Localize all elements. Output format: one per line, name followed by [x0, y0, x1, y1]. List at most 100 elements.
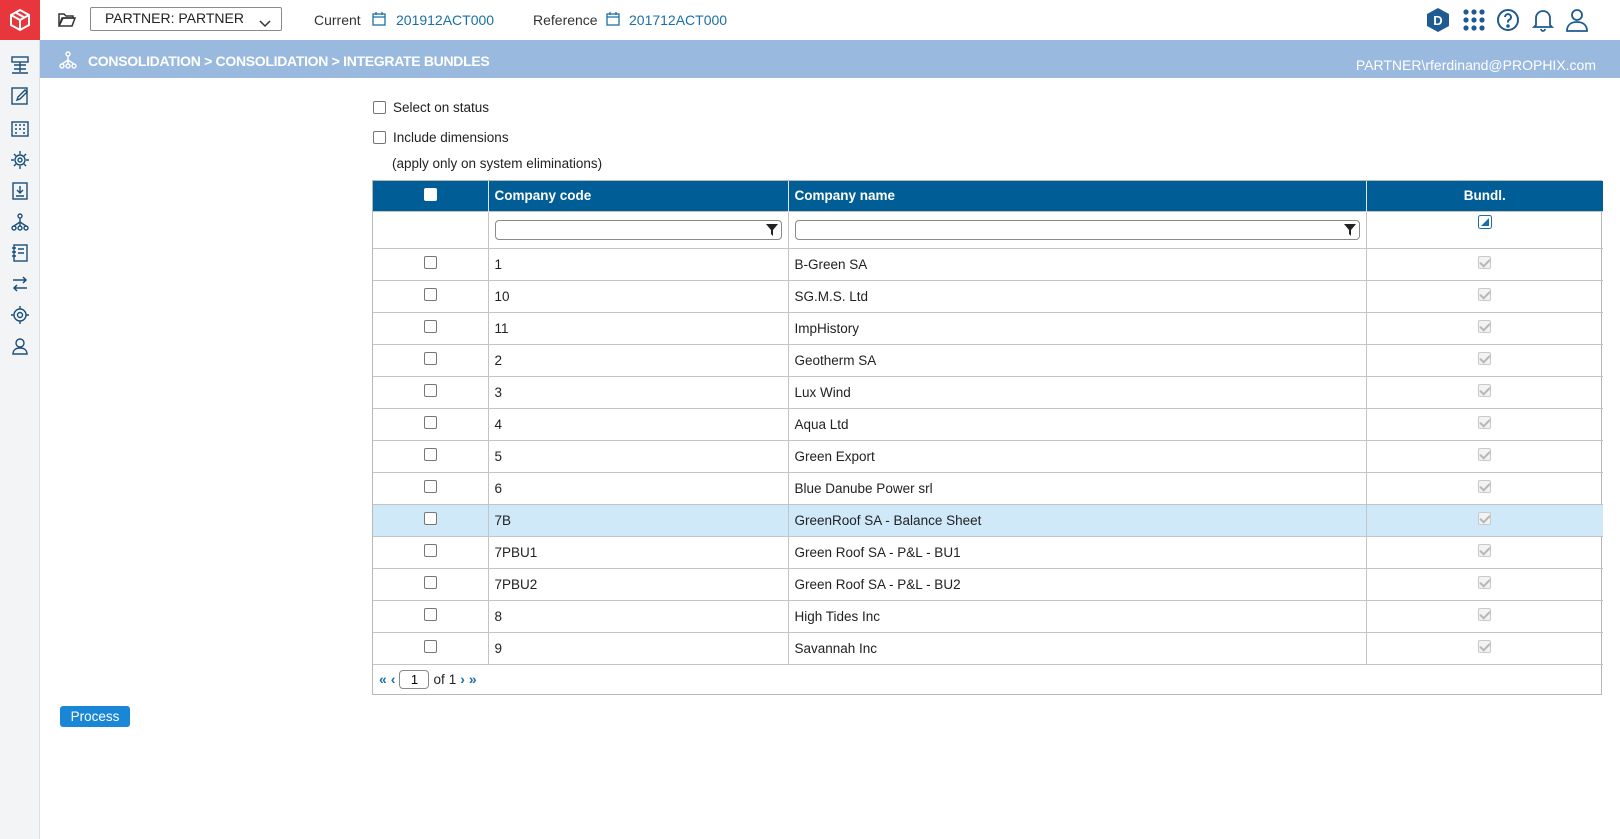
entity-select[interactable]: PARTNER: PARTNER	[90, 7, 282, 31]
filter-cell-bundle	[1366, 210, 1603, 248]
process-button[interactable]: Process	[60, 706, 130, 727]
row-select-checkbox[interactable]	[423, 416, 437, 429]
bundle-cell	[1366, 375, 1603, 408]
bundles-grid: Company code Company name Bundl. 1 B-Gre…	[372, 180, 1603, 695]
page-number-input[interactable]	[399, 669, 430, 689]
row-select-checkbox[interactable]	[423, 576, 437, 589]
settings-gears-icon[interactable]	[8, 303, 32, 327]
row-select-cell	[373, 503, 489, 536]
row-select-cell	[373, 247, 489, 280]
tri-state-filter-icon[interactable]	[1477, 215, 1492, 232]
row-select-checkbox[interactable]	[423, 320, 437, 333]
bundle-checked-disabled-checkbox	[1478, 512, 1492, 525]
company-code-filter-input[interactable]	[494, 219, 782, 240]
user-avatar-badge[interactable]: D	[1425, 7, 1451, 33]
table-row[interactable]: 10 SG.M.S. Ltd	[373, 279, 1603, 312]
apps-grid-icon[interactable]	[1461, 7, 1487, 33]
column-header-company-code[interactable]: Company code	[488, 181, 789, 211]
table-row[interactable]: 6 Blue Danube Power srl	[373, 471, 1603, 504]
hierarchy-grid-icon[interactable]	[8, 53, 32, 77]
company-name-cell: High Tides Inc	[788, 599, 1367, 632]
bundle-cell	[1366, 407, 1603, 440]
select-all-checkbox[interactable]	[423, 187, 437, 201]
filter-funnel-icon[interactable]	[1343, 223, 1356, 239]
row-select-checkbox[interactable]	[423, 448, 437, 461]
pager-row: « ‹ of 1 › »	[373, 663, 1603, 694]
table-row[interactable]: 7PBU2 Green Roof SA - P&L - BU2	[373, 567, 1603, 600]
avatar-letter: D	[1433, 12, 1443, 28]
company-code-cell: 10	[488, 279, 789, 312]
table-row[interactable]: 11 ImpHistory	[373, 311, 1603, 344]
prev-page-icon[interactable]: ‹	[391, 671, 396, 687]
table-row[interactable]: 7B GreenRoof SA - Balance Sheet	[373, 503, 1603, 536]
transfer-arrows-icon[interactable]	[8, 272, 32, 296]
row-select-checkbox[interactable]	[423, 608, 437, 621]
pager: « ‹ of 1 › »	[379, 669, 1597, 689]
include-dimensions-note: (apply only on system eliminations)	[392, 156, 603, 171]
bundle-checked-disabled-checkbox	[1478, 384, 1492, 397]
bundle-checked-disabled-checkbox	[1478, 448, 1492, 461]
company-code-cell: 1	[488, 247, 789, 280]
company-name-cell: Green Roof SA - P&L - BU2	[788, 567, 1367, 600]
sidebar	[0, 0, 40, 839]
grid-header-row: Company code Company name Bundl.	[373, 181, 1603, 211]
consolidation-tree-icon[interactable]	[8, 210, 32, 234]
top-bar: PARTNER: PARTNER Current 201912ACT000 Re…	[40, 0, 1620, 40]
select-on-status-checkbox[interactable]	[373, 101, 386, 114]
reference-view-link[interactable]: 201712ACT000	[629, 12, 727, 28]
folder-open-icon[interactable]	[57, 11, 77, 30]
row-select-checkbox[interactable]	[423, 256, 437, 269]
building-icon[interactable]	[8, 116, 32, 140]
page-header-band: CONSOLIDATION > CONSOLIDATION > INTEGRAT…	[40, 40, 1620, 78]
row-select-checkbox[interactable]	[423, 384, 437, 397]
bundle-checked-disabled-checkbox	[1478, 640, 1492, 653]
select-on-status-option[interactable]: Select on status	[373, 100, 489, 115]
filter-funnel-icon[interactable]	[765, 223, 778, 239]
app-logo[interactable]	[0, 0, 40, 40]
table-row[interactable]: 8 High Tides Inc	[373, 599, 1603, 632]
company-name-cell: Savannah Inc	[788, 631, 1367, 664]
network-gear-icon[interactable]	[8, 148, 32, 172]
bundle-cell	[1366, 599, 1603, 632]
import-document-icon[interactable]	[8, 179, 32, 203]
row-select-checkbox[interactable]	[423, 544, 437, 557]
row-select-checkbox[interactable]	[423, 512, 437, 525]
include-dimensions-checkbox[interactable]	[373, 131, 386, 144]
table-row[interactable]: 9 Savannah Inc	[373, 631, 1603, 664]
column-header-company-name[interactable]: Company name	[788, 181, 1367, 211]
include-dimensions-option[interactable]: Include dimensions	[373, 130, 509, 145]
calendar-icon[interactable]	[606, 12, 620, 29]
table-row[interactable]: 4 Aqua Ltd	[373, 407, 1603, 440]
table-row[interactable]: 7PBU1 Green Roof SA - P&L - BU1	[373, 535, 1603, 568]
bundle-cell	[1366, 535, 1603, 568]
row-select-checkbox[interactable]	[423, 480, 437, 493]
table-row[interactable]: 5 Green Export	[373, 439, 1603, 472]
column-header-bundle[interactable]: Bundl.	[1366, 181, 1603, 211]
row-select-checkbox[interactable]	[423, 640, 437, 653]
edit-sheet-icon[interactable]	[8, 84, 32, 108]
calendar-icon[interactable]	[372, 12, 386, 29]
help-icon[interactable]	[1495, 7, 1521, 33]
row-select-checkbox[interactable]	[423, 288, 437, 301]
pager-of-label: of	[433, 671, 445, 687]
users-admin-icon[interactable]	[8, 334, 32, 358]
company-code-cell: 9	[488, 631, 789, 664]
next-page-icon[interactable]: ›	[460, 671, 465, 687]
row-select-checkbox[interactable]	[423, 352, 437, 365]
notifications-bell-icon[interactable]	[1530, 7, 1556, 33]
table-row[interactable]: 1 B-Green SA	[373, 247, 1603, 280]
table-row[interactable]: 3 Lux Wind	[373, 375, 1603, 408]
company-name-filter-input[interactable]	[794, 219, 1360, 240]
bundle-checked-disabled-checkbox	[1478, 256, 1492, 269]
user-profile-icon[interactable]	[1564, 7, 1590, 33]
table-row[interactable]: 2 Geotherm SA	[373, 343, 1603, 376]
current-view-link[interactable]: 201912ACT000	[396, 12, 494, 28]
filter-cell-name	[788, 210, 1367, 248]
row-select-cell	[373, 407, 489, 440]
journal-book-icon[interactable]	[8, 241, 32, 265]
row-select-cell	[373, 439, 489, 472]
last-page-icon[interactable]: »	[469, 671, 477, 687]
first-page-icon[interactable]: «	[379, 671, 387, 687]
select-on-status-label: Select on status	[393, 100, 490, 115]
bundle-cell	[1366, 279, 1603, 312]
